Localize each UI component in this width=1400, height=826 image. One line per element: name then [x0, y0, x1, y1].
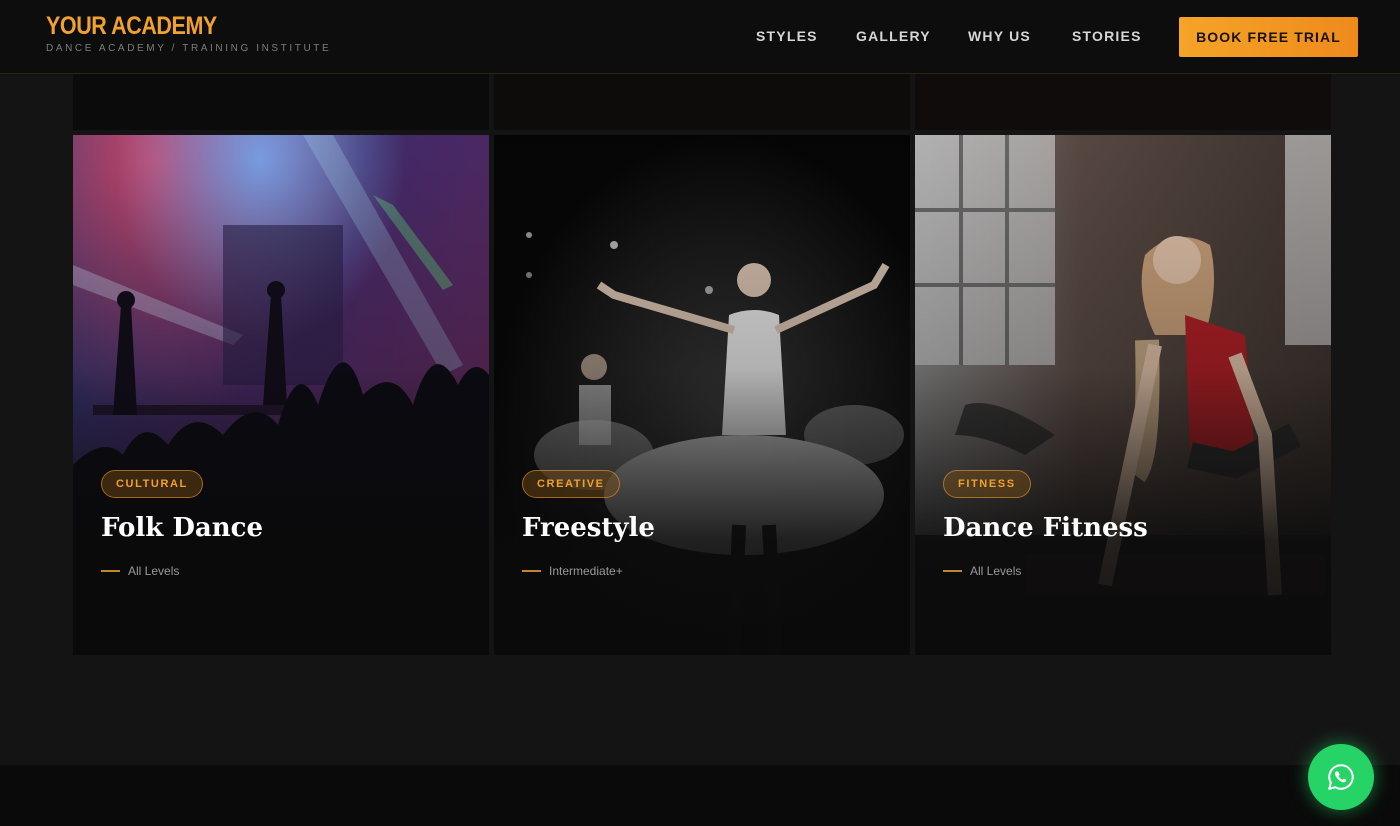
whatsapp-icon — [1328, 764, 1354, 790]
site-header: YOUR ACADEMY DANCE ACADEMY / TRAINING IN… — [0, 0, 1400, 74]
level-divider — [101, 570, 120, 572]
previous-card-tile — [494, 74, 910, 130]
level-row: Intermediate+ — [522, 564, 623, 578]
nav-why-us[interactable]: WHY US — [968, 28, 1031, 44]
nav-styles[interactable]: STYLES — [756, 28, 818, 44]
brand-logo[interactable]: YOUR ACADEMY DANCE ACADEMY / TRAINING IN… — [46, 12, 331, 54]
style-card-dance-fitness[interactable]: FITNESS Dance Fitness All Levels — [915, 135, 1331, 655]
card-title: Dance Fitness — [943, 513, 1148, 543]
category-badge: CREATIVE — [522, 470, 620, 498]
level-divider — [943, 570, 962, 572]
brand-tagline: DANCE ACADEMY / TRAINING INSTITUTE — [46, 43, 332, 54]
level-label: Intermediate+ — [549, 564, 623, 578]
category-badge: FITNESS — [943, 470, 1031, 498]
previous-card-tile — [73, 74, 489, 130]
previous-card-tile — [915, 74, 1331, 130]
whatsapp-button[interactable] — [1308, 744, 1374, 810]
level-row: All Levels — [101, 564, 179, 578]
card-title: Folk Dance — [101, 513, 263, 543]
nav-gallery[interactable]: GALLERY — [856, 28, 931, 44]
card-title: Freestyle — [522, 513, 655, 543]
page: YOUR ACADEMY DANCE ACADEMY / TRAINING IN… — [0, 0, 1400, 826]
brand-name: YOUR ACADEMY — [46, 12, 217, 40]
level-divider — [522, 570, 541, 572]
next-section-band — [0, 765, 1400, 826]
nav-stories[interactable]: STORIES — [1072, 28, 1142, 44]
category-badge: CULTURAL — [101, 470, 203, 498]
level-row: All Levels — [943, 564, 1021, 578]
level-label: All Levels — [970, 564, 1022, 578]
style-card-freestyle[interactable]: CREATIVE Freestyle Intermediate+ — [494, 135, 910, 655]
level-label: All Levels — [128, 564, 180, 578]
book-free-trial-button[interactable]: BOOK FREE TRIAL — [1179, 17, 1358, 57]
previous-row-cards — [73, 74, 1331, 130]
style-card-folk-dance[interactable]: CULTURAL Folk Dance All Levels — [73, 135, 489, 655]
